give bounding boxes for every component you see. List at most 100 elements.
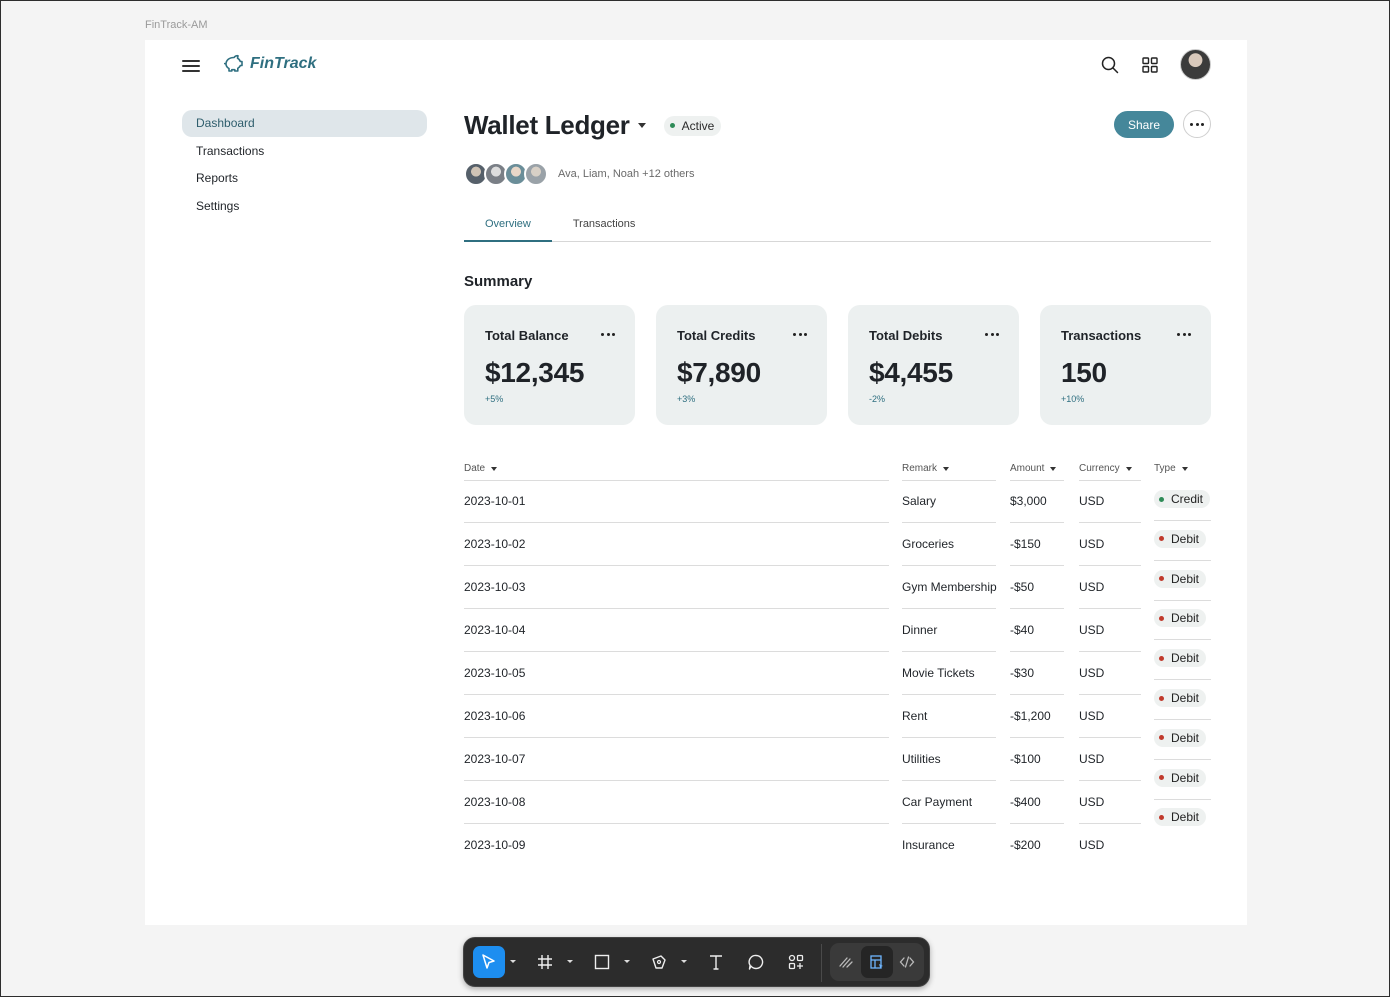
summary-cards: Total Balance $12,345 +5% Total Credits … [464,305,1211,425]
title-dropdown-icon[interactable] [637,123,646,128]
chevron-down-icon[interactable] [681,960,687,963]
share-button[interactable]: Share [1114,111,1174,138]
apps-grid-icon[interactable] [1140,55,1160,75]
cell-currency: USD [1079,580,1105,594]
more-horizontal-icon[interactable] [597,329,619,340]
member-list[interactable]: Ava, Liam, Noah +12 others [464,162,694,186]
text-tool[interactable] [700,946,732,978]
cell-currency: USD [1079,838,1105,852]
column-header-currency[interactable]: Currency [1079,463,1132,474]
more-horizontal-icon[interactable] [981,329,1003,340]
cell-date: 2023-10-08 [464,795,526,809]
cell-date: 2023-10-06 [464,709,526,723]
header-divider [902,480,996,481]
rectangle-tool[interactable] [586,946,618,978]
code-brackets-icon [899,956,915,968]
chevron-down-icon[interactable] [567,960,573,963]
app-logo[interactable]: FinTrack [222,52,316,76]
row-divider [1079,651,1141,652]
row-divider [464,780,889,781]
pen-tool[interactable] [643,946,675,978]
card-value: $4,455 [869,357,953,388]
frame-tool[interactable] [529,946,561,978]
column-header-date[interactable]: Date [464,463,498,474]
user-avatar[interactable] [1180,49,1211,80]
row-divider [464,651,889,652]
row-divider [902,737,996,738]
cell-currency: USD [1079,752,1105,766]
more-horizontal-icon[interactable] [1173,329,1195,340]
column-header-amount[interactable]: Amount [1010,463,1057,474]
row-divider [902,608,996,609]
column-header-remark[interactable]: Remark [902,463,950,474]
row-divider [1154,679,1211,681]
cell-date: 2023-10-04 [464,623,526,637]
row-divider [1010,522,1064,523]
row-divider [1010,737,1064,738]
design-mode[interactable] [861,946,893,978]
chevron-down-icon[interactable] [510,960,516,963]
cell-currency: USD [1079,709,1105,723]
tab-transactions[interactable]: Transactions [552,212,657,242]
search-icon[interactable] [1100,55,1120,75]
sidebar-item-settings[interactable]: Settings [182,193,427,220]
row-divider [1010,651,1064,652]
title-row: Wallet Ledger Active [464,110,722,141]
sidebar-item-reports[interactable]: Reports [182,165,427,192]
hamburger-menu-icon[interactable] [182,57,200,73]
type-label: Debit [1171,611,1200,626]
type-label: Debit [1171,770,1200,785]
type-badge: Debit [1154,569,1207,588]
type-badge: Credit [1154,490,1211,508]
draw-mode[interactable] [830,946,862,978]
type-label: Debit [1171,730,1200,745]
cell-amount: -$1,200 [1010,709,1051,723]
row-divider [1154,798,1211,800]
transactions-table: Date Remark Amount Currency Type 2023-10… [464,460,1211,860]
column-header-label: Remark [902,463,938,474]
column-header-label: Type [1154,463,1176,474]
summary-card: Transactions 150 +10% [1040,305,1211,425]
components-tool[interactable] [780,946,812,978]
card-value: $12,345 [485,357,585,388]
move-tool[interactable] [473,946,505,978]
tab-overview[interactable]: Overview [464,212,552,242]
card-title: Total Debits [869,328,943,343]
more-options-button[interactable] [1183,110,1211,138]
status-badge: Active [663,115,722,136]
piggy-bank-icon [223,54,243,72]
cell-remark: Gym Membership [902,580,997,594]
cell-remark: Groceries [902,537,955,551]
row-divider [1079,737,1141,738]
more-horizontal-icon[interactable] [789,329,811,340]
sidebar-item-dashboard[interactable]: Dashboard [182,110,427,137]
components-icon [788,954,804,970]
column-header-label: Amount [1010,463,1045,474]
dev-mode[interactable] [891,946,923,978]
card-delta: +3% [677,394,696,404]
cell-date: 2023-10-05 [464,666,526,680]
row-divider [902,823,996,824]
row-divider [1079,522,1141,523]
row-divider [1079,823,1141,824]
row-divider [1154,639,1211,641]
sidebar-item-transactions[interactable]: Transactions [182,138,427,165]
row-divider [1079,694,1141,695]
column-header-type[interactable]: Type [1154,463,1188,474]
chevron-down-icon[interactable] [624,960,630,963]
text-t-icon [710,955,722,970]
cell-currency: USD [1079,537,1105,551]
header-divider [1079,480,1141,481]
type-label: Credit [1171,492,1204,506]
type-label: Debit [1171,531,1200,546]
type-dot-icon [1159,496,1164,502]
pen-nib-icon [652,955,666,969]
cell-amount: $3,000 [1010,494,1047,508]
row-divider [464,737,889,738]
cell-date: 2023-10-03 [464,580,526,594]
summary-title: Summary [464,273,533,290]
comment-tool[interactable] [740,946,772,978]
type-dot-icon [1159,615,1164,621]
row-divider [1154,758,1211,760]
summary-card: Total Credits $7,890 +3% [656,305,827,425]
